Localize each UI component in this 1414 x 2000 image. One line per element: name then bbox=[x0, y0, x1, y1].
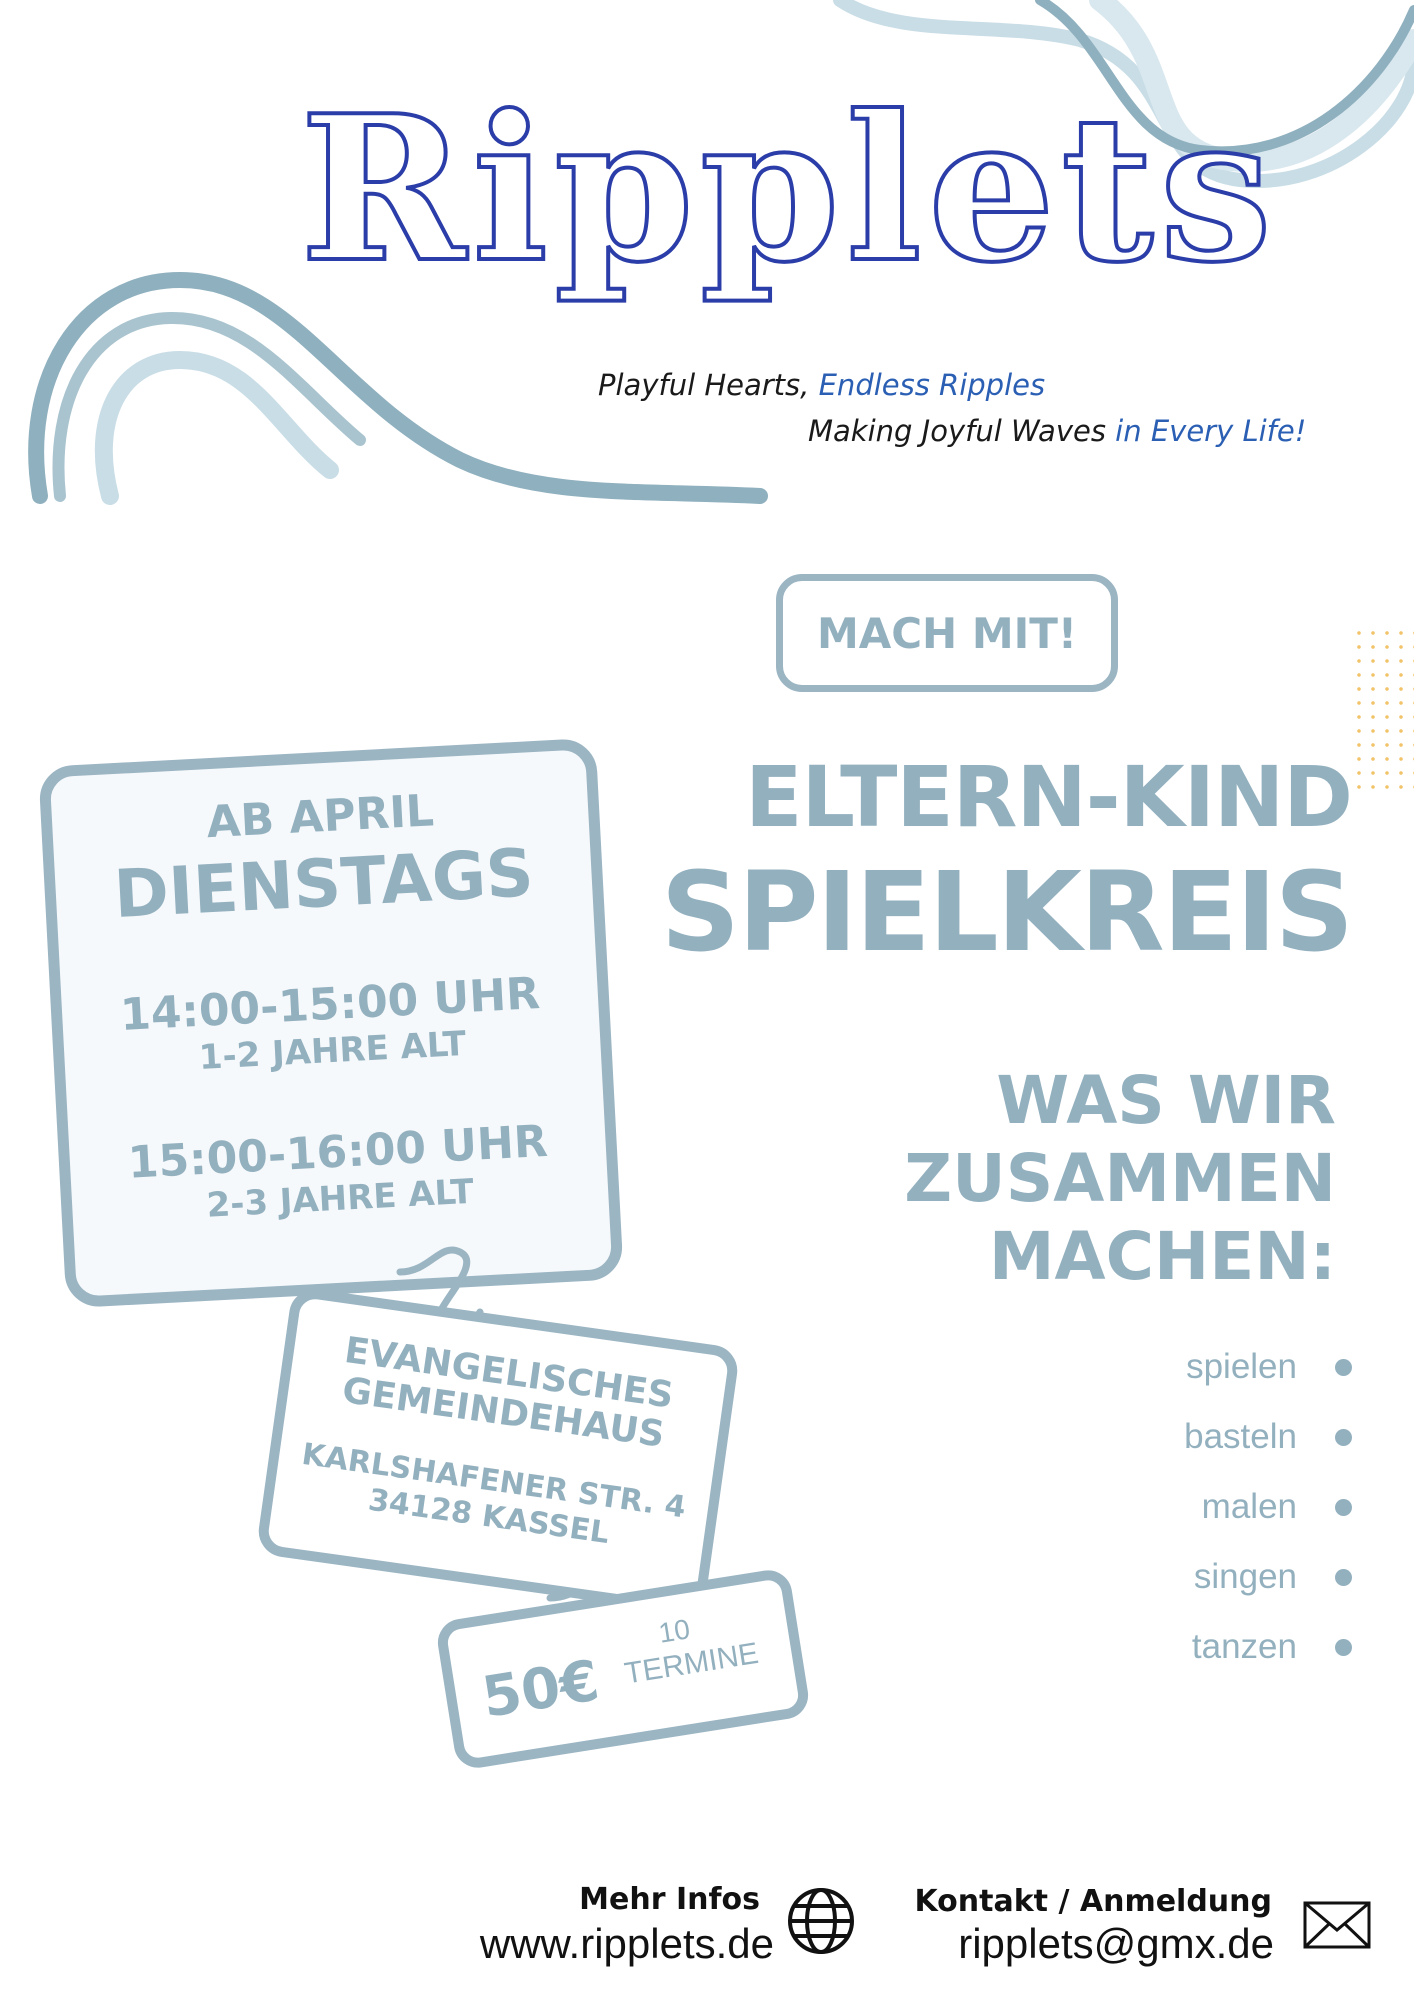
logo-wordmark: Ripplets bbox=[298, 70, 1279, 309]
schedule-card: AB APRIL DIENSTAGS 14:00-15:00 UHR 1-2 J… bbox=[38, 737, 624, 1309]
brand-logo: Ripplets bbox=[298, 70, 1279, 400]
envelope-icon bbox=[1303, 1901, 1371, 1949]
activity-label: spielen bbox=[1186, 1347, 1297, 1386]
bullet-icon bbox=[1335, 1638, 1352, 1656]
price-amount: 50€ bbox=[477, 1648, 604, 1731]
activities-heading-2: ZUSAMMEN bbox=[904, 1140, 1336, 1217]
title-line-1: ELTERN-KIND bbox=[745, 748, 1353, 846]
activity-item: basteln bbox=[1052, 1402, 1352, 1472]
tagline-2-text: Making Joyful Waves bbox=[808, 414, 1116, 448]
activity-label: singen bbox=[1193, 1557, 1297, 1596]
cta-badge: MACH MIT! bbox=[776, 574, 1118, 692]
activity-label: malen bbox=[1201, 1487, 1297, 1526]
bullet-icon bbox=[1335, 1358, 1352, 1376]
tagline-1: Playful Hearts, Endless Ripples bbox=[598, 368, 1045, 402]
contact-label: Kontakt / Anmeldung bbox=[914, 1884, 1272, 1919]
info-label: Mehr Infos bbox=[579, 1882, 760, 1917]
activities-heading-3: MACHEN: bbox=[988, 1218, 1336, 1295]
tagline-1-text: Playful Hearts, bbox=[598, 368, 819, 402]
price-unit: TERMINE bbox=[622, 1636, 761, 1691]
website-link[interactable]: www.ripplets.de bbox=[480, 1920, 774, 1968]
price-count: 10 bbox=[656, 1613, 693, 1649]
activity-item: singen bbox=[1052, 1542, 1352, 1612]
activity-label: tanzen bbox=[1191, 1627, 1297, 1666]
globe-icon bbox=[788, 1888, 854, 1954]
bullet-icon bbox=[1335, 1498, 1352, 1516]
activities-heading-1: WAS WIR bbox=[996, 1062, 1336, 1139]
activity-item: spielen bbox=[1052, 1332, 1352, 1402]
tagline-1-highlight: Endless Ripples bbox=[818, 368, 1046, 402]
activity-label: basteln bbox=[1184, 1417, 1297, 1456]
activity-item: malen bbox=[1052, 1472, 1352, 1542]
bullet-icon bbox=[1335, 1568, 1352, 1586]
title-line-2: SPIELKREIS bbox=[660, 848, 1354, 976]
activity-item: tanzen bbox=[1052, 1612, 1352, 1682]
activities-list: spielen basteln malen singen tanzen bbox=[1052, 1332, 1352, 1682]
dot-pattern bbox=[1352, 626, 1414, 796]
cta-label: MACH MIT! bbox=[816, 608, 1078, 658]
tagline-2-highlight: in Every Life! bbox=[1115, 414, 1307, 448]
bullet-icon bbox=[1335, 1428, 1352, 1446]
tagline-2: Making Joyful Waves in Every Life! bbox=[808, 414, 1306, 448]
email-link[interactable]: ripplets@gmx.de bbox=[958, 1920, 1274, 1968]
